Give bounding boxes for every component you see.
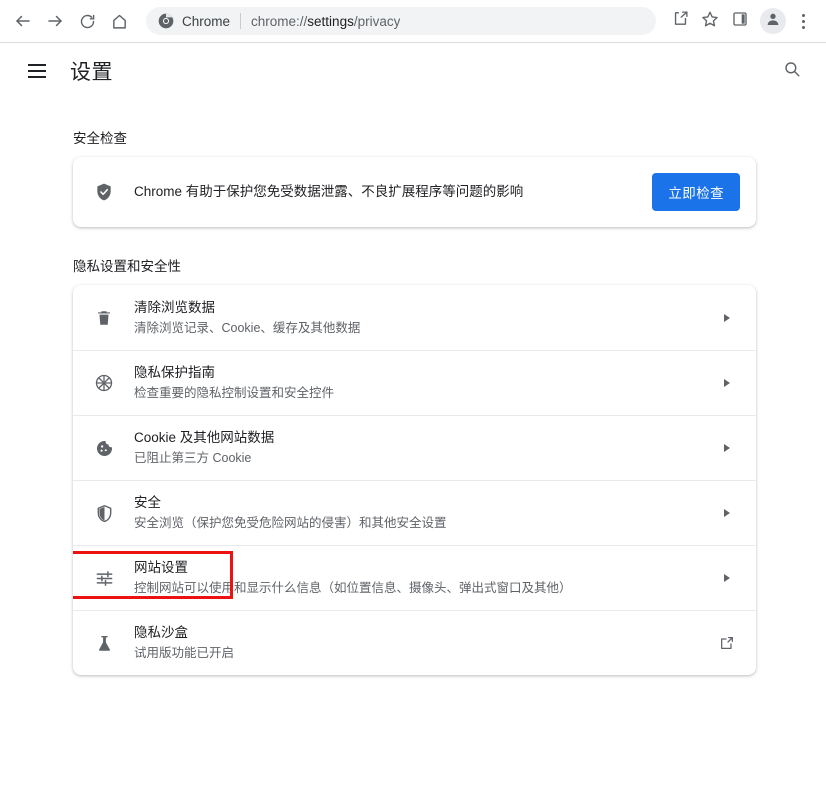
- row-texts: 安全 安全浏览（保护您免受危险网站的侵害）和其他安全设置: [134, 493, 714, 533]
- url-prefix: chrome://: [251, 13, 308, 29]
- row-texts: 网站设置 控制网站可以使用和显示什么信息（如位置信息、摄像头、弹出式窗口及其他）: [134, 558, 714, 598]
- privacy-security-section: 隐私设置和安全性 清除浏览数据 清除浏览记录、Cookie、缓存及其他数据 隐私…: [0, 255, 826, 675]
- row-subtitle: 试用版功能已开启: [134, 646, 235, 660]
- share-icon: [672, 10, 689, 32]
- row-clear-browsing-data[interactable]: 清除浏览数据 清除浏览记录、Cookie、缓存及其他数据: [73, 285, 756, 350]
- row-security[interactable]: 安全 安全浏览（保护您免受危险网站的侵害）和其他安全设置: [73, 480, 756, 545]
- row-subtitle: 清除浏览记录、Cookie、缓存及其他数据: [134, 320, 361, 335]
- bookmark-button[interactable]: [696, 7, 724, 35]
- search-settings-button[interactable]: [776, 55, 808, 87]
- profile-avatar-icon: [765, 11, 781, 32]
- cookie-icon: [93, 439, 115, 458]
- chevron-right-icon[interactable]: [714, 313, 740, 322]
- flask-icon: [93, 634, 115, 653]
- forward-button[interactable]: [40, 6, 70, 36]
- safety-check-card: Chrome 有助于保护您免受数据泄露、不良扩展程序等问题的影响 立即检查: [73, 157, 756, 227]
- side-panel-button[interactable]: [726, 7, 754, 35]
- reload-button[interactable]: [72, 6, 102, 36]
- side-panel-icon: [732, 11, 748, 32]
- three-dot-menu-button[interactable]: [790, 7, 816, 35]
- share-button[interactable]: [666, 7, 694, 35]
- row-subtitle: 检查重要的隐私控制设置和安全控件: [134, 386, 335, 400]
- shield-check-icon: [93, 182, 115, 202]
- address-bar[interactable]: Chrome chrome://settings/privacy: [146, 7, 656, 35]
- row-title: Cookie 及其他网站数据: [134, 430, 275, 445]
- row-title: 隐私沙盒: [134, 625, 188, 640]
- row-texts: 隐私沙盒 试用版功能已开启: [134, 623, 714, 663]
- row-subtitle: 已阻止第三方 Cookie: [134, 451, 252, 465]
- row-privacy-sandbox[interactable]: 隐私沙盒 试用版功能已开启: [73, 610, 756, 675]
- chevron-right-icon[interactable]: [714, 379, 740, 387]
- safety-check-label: 安全检查: [73, 131, 127, 146]
- omnibox-chip-label: Chrome: [182, 13, 231, 29]
- top-spacer: [0, 99, 826, 127]
- row-subtitle: 控制网站可以使用和显示什么信息（如位置信息、摄像头、弹出式窗口及其他）: [134, 581, 572, 595]
- back-arrow-icon: [14, 12, 32, 30]
- home-icon: [111, 13, 128, 30]
- row-texts: 隐私保护指南 检查重要的隐私控制设置和安全控件: [134, 363, 714, 403]
- row-subtitle: 安全浏览（保护您免受危险网站的侵害）和其他安全设置: [134, 516, 447, 530]
- row-site-settings[interactable]: 网站设置 控制网站可以使用和显示什么信息（如位置信息、摄像头、弹出式窗口及其他）: [73, 545, 756, 610]
- browser-toolbar: Chrome chrome://settings/privacy: [0, 0, 826, 43]
- row-privacy-guide[interactable]: 隐私保护指南 检查重要的隐私控制设置和安全控件: [73, 350, 756, 415]
- settings-header: 设置: [0, 43, 826, 99]
- toolbar-actions: [664, 7, 816, 35]
- chevron-right-icon[interactable]: [714, 574, 740, 582]
- tune-sliders-icon: [93, 569, 115, 588]
- row-title: 清除浏览数据: [134, 299, 215, 315]
- check-now-button[interactable]: 立即检查: [652, 173, 740, 211]
- privacy-security-card: 清除浏览数据 清除浏览记录、Cookie、缓存及其他数据 隐私保护指南 检查重要…: [73, 285, 756, 675]
- url-strong: settings: [307, 13, 354, 29]
- page-title: 设置: [70, 61, 113, 84]
- safety-check-section: 安全检查 Chrome 有助于保护您免受数据泄露、不良扩展程序等问题的影响 立即…: [0, 127, 826, 227]
- hamburger-menu-button[interactable]: [22, 56, 52, 86]
- privacy-security-label: 隐私设置和安全性: [73, 259, 181, 274]
- safety-check-row: Chrome 有助于保护您免受数据泄露、不良扩展程序等问题的影响 立即检查: [73, 157, 756, 227]
- chevron-right-icon[interactable]: [714, 509, 740, 517]
- trash-icon: [93, 309, 115, 327]
- url-suffix: /privacy: [353, 13, 401, 29]
- row-title: 安全: [134, 495, 161, 510]
- forward-arrow-icon: [46, 12, 64, 30]
- row-title: 网站设置: [134, 560, 188, 575]
- settings-content: 安全检查 Chrome 有助于保护您免受数据泄露、不良扩展程序等问题的影响 立即…: [0, 99, 826, 811]
- profile-button[interactable]: [760, 8, 786, 34]
- shield-icon: [93, 504, 115, 523]
- chevron-right-icon[interactable]: [714, 444, 740, 452]
- safety-check-description: Chrome 有助于保护您免受数据泄露、不良扩展程序等问题的影响: [134, 183, 524, 199]
- row-texts: Cookie 及其他网站数据 已阻止第三方 Cookie: [134, 428, 714, 468]
- omnibox-url: chrome://settings/privacy: [251, 14, 400, 29]
- external-link-icon[interactable]: [714, 635, 740, 651]
- home-button[interactable]: [104, 6, 134, 36]
- star-icon: [701, 10, 719, 33]
- chrome-logo-icon: [158, 13, 174, 29]
- search-icon: [783, 60, 801, 83]
- row-cookies[interactable]: Cookie 及其他网站数据 已阻止第三方 Cookie: [73, 415, 756, 480]
- row-texts: 清除浏览数据 清除浏览记录、Cookie、缓存及其他数据: [134, 298, 714, 338]
- back-button[interactable]: [8, 6, 38, 36]
- hamburger-menu-icon: [28, 64, 46, 66]
- row-title: 隐私保护指南: [134, 365, 215, 380]
- omnibox-divider: [240, 13, 242, 29]
- privacy-guide-icon: [93, 373, 115, 393]
- reload-icon: [79, 13, 96, 30]
- three-dot-menu-icon: [801, 13, 805, 17]
